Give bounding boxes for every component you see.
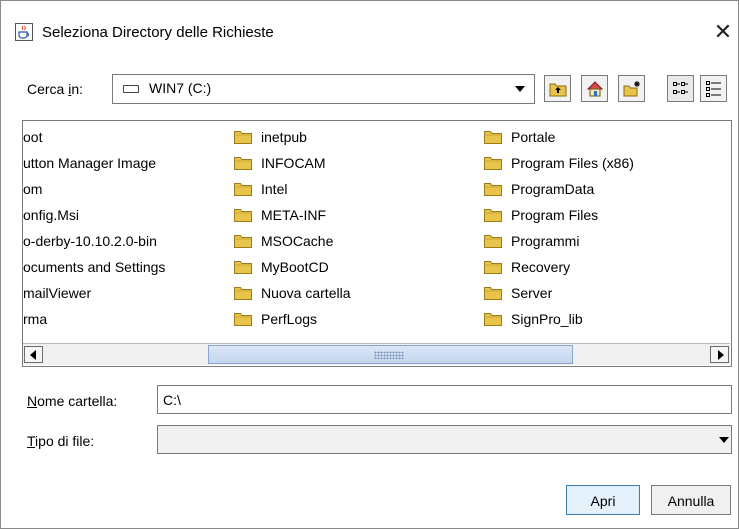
folder-icon [234, 131, 252, 144]
details-view-button[interactable] [700, 75, 727, 102]
details-view-icon [706, 81, 721, 97]
folder-name: MyBootCD [261, 259, 329, 275]
folder-name: onfig.Msi [23, 207, 80, 223]
folder-icon [234, 313, 252, 326]
folder-icon [484, 235, 502, 248]
cancel-button[interactable]: Annulla [651, 485, 731, 515]
folder-name: Intel [261, 181, 288, 197]
look-in-label: Cerca in: [27, 81, 84, 97]
folder-name: oot [23, 129, 43, 145]
folder-name-label: Nome cartella: [27, 393, 118, 409]
new-folder-icon [623, 81, 640, 97]
scroll-right-button[interactable] [710, 346, 729, 363]
folder-icon [484, 157, 502, 170]
scroll-left-button[interactable] [24, 346, 43, 363]
java-coffee-icon [15, 23, 33, 41]
folder-name: Nuova cartella [261, 285, 351, 301]
list-view-icon [673, 82, 688, 94]
folder-name: rma [23, 311, 48, 327]
folder-name: Programmi [511, 233, 580, 249]
window-title: Seleziona Directory delle Richieste [42, 24, 274, 41]
folder-icon [234, 287, 252, 300]
horizontal-scrollbar[interactable] [23, 343, 730, 365]
folder-name: ProgramData [511, 181, 595, 197]
folder-name: om [23, 181, 43, 197]
folder-icon [484, 131, 502, 144]
scrollbar-thumb[interactable] [208, 345, 573, 364]
open-button[interactable]: Apri [566, 485, 640, 515]
folder-icon [234, 157, 252, 170]
folder-name: mailViewer [23, 285, 92, 301]
folder-name: Program Files (x86) [511, 155, 634, 171]
folder-icon [484, 183, 502, 196]
folder-name: MSOCache [261, 233, 334, 249]
folder-icon [484, 287, 502, 300]
folder-icon [484, 261, 502, 274]
folder-name: PerfLogs [261, 311, 318, 327]
grip-icon [374, 351, 404, 359]
folder-name: utton Manager Image [23, 155, 157, 171]
folder-name: INFOCAM [261, 155, 326, 171]
up-one-level-button[interactable] [544, 75, 571, 102]
arrow-left-icon [30, 350, 36, 360]
close-button[interactable]: ✕ [708, 17, 738, 47]
file-list[interactable]: oot utton Manager Image om onfig.Msi o-derby… [22, 120, 732, 367]
folder-name: o-derby-10.10.2.0-bin [23, 233, 157, 249]
close-icon: ✕ [713, 19, 733, 44]
look-in-value: WIN7 (C:) [149, 80, 212, 96]
folder-icon [234, 261, 252, 274]
home-icon [586, 81, 604, 97]
folder-name: inetpub [261, 129, 307, 145]
chevron-down-icon [515, 86, 525, 92]
home-button[interactable] [581, 75, 608, 102]
up-folder-icon [549, 83, 567, 97]
folder-name: Server [511, 285, 553, 301]
folder-icon [234, 235, 252, 248]
list-view-button[interactable] [667, 75, 694, 102]
folder-name-input[interactable] [157, 385, 732, 414]
folder-name: Program Files [511, 207, 599, 223]
drive-icon [123, 85, 139, 93]
folder-name: SignPro_lib [511, 311, 583, 327]
folder-name: META-INF [261, 207, 327, 223]
look-in-combobox[interactable]: WIN7 (C:) [112, 74, 535, 104]
folder-icon [484, 313, 502, 326]
arrow-right-icon [718, 350, 724, 360]
chevron-down-icon [719, 437, 729, 443]
title-bar[interactable]: Seleziona Directory delle Richieste ✕ [1, 1, 738, 61]
file-type-combobox[interactable] [157, 425, 732, 454]
folder-name: Portale [511, 129, 556, 145]
folder-name: Recovery [511, 259, 571, 275]
folder-icon [234, 209, 252, 222]
file-type-label: Tipo di file: [27, 433, 95, 449]
new-folder-button[interactable] [618, 75, 645, 102]
folder-icon [484, 209, 502, 222]
folder-icon [234, 183, 252, 196]
folder-name: ocuments and Settings [23, 259, 166, 275]
